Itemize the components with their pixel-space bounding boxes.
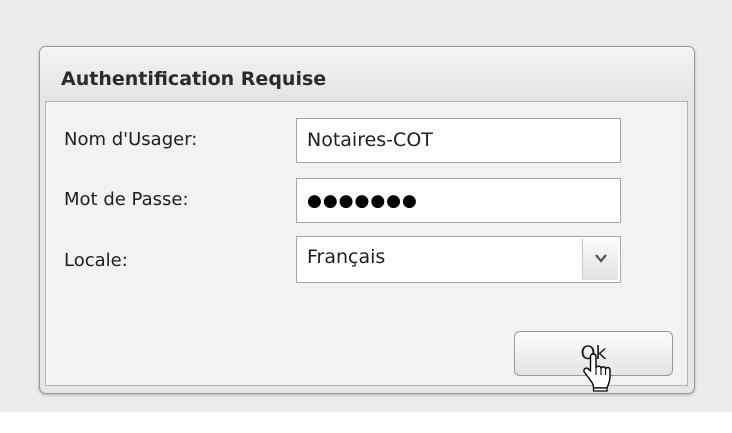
- page-footer-strip: [0, 412, 732, 433]
- dialog-header: Authentification Requise: [40, 47, 694, 102]
- hand-pointer-icon: [583, 353, 611, 392]
- password-label: Mot de Passe:: [64, 189, 189, 210]
- dialog-title: Authentification Requise: [61, 68, 327, 90]
- locale-dropdown-button[interactable]: [582, 239, 618, 280]
- chevron-down-icon: [595, 254, 607, 263]
- username-label: Nom d'Usager:: [64, 129, 198, 150]
- login-form: Nom d'Usager: Notaires-COT Mot de Passe:…: [45, 101, 688, 386]
- password-input[interactable]: ●●●●●●●: [296, 178, 621, 223]
- locale-select[interactable]: Français: [296, 236, 621, 283]
- locale-selected-value: Français: [307, 246, 386, 268]
- password-mask: ●●●●●●●: [307, 191, 418, 211]
- authentication-dialog: Authentification Requise Nom d'Usager: N…: [39, 46, 695, 394]
- locale-label: Locale:: [64, 250, 128, 271]
- username-input[interactable]: Notaires-COT: [296, 118, 621, 163]
